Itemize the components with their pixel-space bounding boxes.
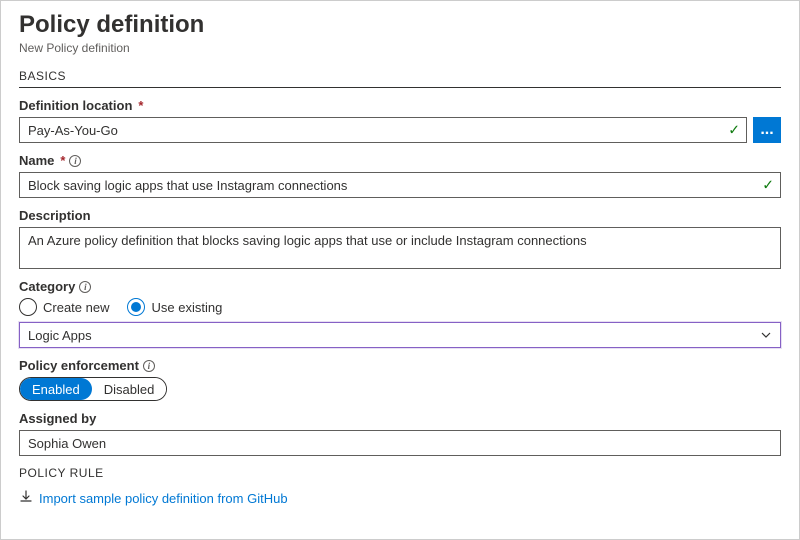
field-name: Name * i Block saving logic apps that us… bbox=[19, 153, 781, 198]
section-basics: BASICS bbox=[19, 69, 781, 88]
definition-location-input[interactable]: Pay-As-You-Go ✓ bbox=[19, 117, 747, 143]
toggle-disabled[interactable]: Disabled bbox=[92, 378, 167, 400]
toggle-enabled[interactable]: Enabled bbox=[20, 378, 92, 400]
chevron-down-icon bbox=[760, 329, 772, 341]
info-icon[interactable]: i bbox=[69, 155, 81, 167]
info-icon[interactable]: i bbox=[143, 360, 155, 372]
policy-enforcement-label-text: Policy enforcement bbox=[19, 358, 139, 373]
import-sample-link[interactable]: Import sample policy definition from Git… bbox=[19, 490, 781, 507]
download-icon bbox=[19, 490, 33, 507]
definition-location-value: Pay-As-You-Go bbox=[28, 123, 118, 138]
description-value: An Azure policy definition that blocks s… bbox=[28, 233, 587, 248]
radio-circle-icon bbox=[127, 298, 145, 316]
field-description: Description An Azure policy definition t… bbox=[19, 208, 781, 269]
radio-use-existing[interactable]: Use existing bbox=[127, 298, 222, 316]
assigned-by-input[interactable]: Sophia Owen bbox=[19, 430, 781, 456]
definition-location-label: Definition location * bbox=[19, 98, 781, 113]
definition-location-label-text: Definition location bbox=[19, 98, 132, 113]
radio-circle-icon bbox=[19, 298, 37, 316]
category-select[interactable]: Logic Apps bbox=[19, 322, 781, 348]
policy-definition-blade: Policy definition New Policy definition … bbox=[0, 0, 800, 540]
page-title: Policy definition bbox=[19, 11, 781, 39]
radio-use-existing-label: Use existing bbox=[151, 300, 222, 315]
policy-enforcement-toggle[interactable]: Enabled Disabled bbox=[19, 377, 167, 401]
radio-create-new[interactable]: Create new bbox=[19, 298, 109, 316]
name-label-text: Name bbox=[19, 153, 54, 168]
assigned-by-value: Sophia Owen bbox=[28, 436, 106, 451]
field-definition-location: Definition location * Pay-As-You-Go ✓ ..… bbox=[19, 98, 781, 143]
description-textarea[interactable]: An Azure policy definition that blocks s… bbox=[19, 227, 781, 269]
assigned-by-label-text: Assigned by bbox=[19, 411, 96, 426]
required-asterisk: * bbox=[60, 153, 65, 168]
category-label: Category i bbox=[19, 279, 781, 294]
assigned-by-label: Assigned by bbox=[19, 411, 781, 426]
info-icon[interactable]: i bbox=[79, 281, 91, 293]
check-icon: ✓ bbox=[762, 177, 774, 194]
field-policy-enforcement: Policy enforcement i Enabled Disabled bbox=[19, 358, 781, 401]
browse-location-button[interactable]: ... bbox=[753, 117, 781, 143]
description-label: Description bbox=[19, 208, 781, 223]
required-asterisk: * bbox=[138, 98, 143, 113]
field-category: Category i Create new Use existing Logic… bbox=[19, 279, 781, 348]
import-link-text: Import sample policy definition from Git… bbox=[39, 491, 288, 506]
name-value: Block saving logic apps that use Instagr… bbox=[28, 178, 347, 193]
name-input[interactable]: Block saving logic apps that use Instagr… bbox=[19, 172, 781, 198]
category-label-text: Category bbox=[19, 279, 75, 294]
radio-dot-icon bbox=[131, 302, 141, 312]
radio-create-new-label: Create new bbox=[43, 300, 109, 315]
category-value: Logic Apps bbox=[28, 328, 92, 343]
field-assigned-by: Assigned by Sophia Owen bbox=[19, 411, 781, 456]
category-radio-group: Create new Use existing bbox=[19, 298, 781, 316]
policy-enforcement-label: Policy enforcement i bbox=[19, 358, 781, 373]
description-label-text: Description bbox=[19, 208, 91, 223]
page-subtitle: New Policy definition bbox=[19, 41, 781, 55]
check-icon: ✓ bbox=[728, 122, 740, 139]
name-label: Name * i bbox=[19, 153, 781, 168]
section-policy-rule: POLICY RULE bbox=[19, 466, 781, 480]
